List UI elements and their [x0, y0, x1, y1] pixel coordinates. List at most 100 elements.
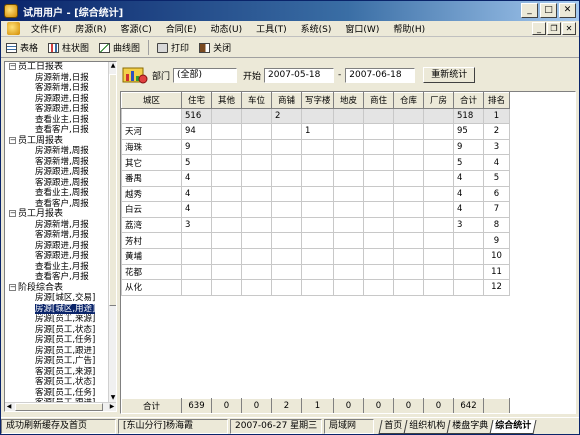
tree-item[interactable]: 房源新增,日报 — [5, 73, 109, 84]
table-cell[interactable] — [393, 154, 424, 171]
table-cell[interactable]: 516 — [181, 107, 212, 125]
table-cell[interactable] — [333, 154, 364, 171]
tree-item[interactable]: 客源跟进,月报 — [5, 251, 109, 262]
table-cell[interactable] — [241, 169, 272, 187]
table-cell[interactable] — [363, 263, 394, 281]
district-cell[interactable]: 从化 — [121, 279, 182, 296]
column-header[interactable]: 仓库 — [393, 92, 424, 109]
table-cell[interactable] — [423, 232, 454, 249]
table-cell[interactable] — [423, 138, 454, 156]
table-cell[interactable]: 4 — [453, 201, 484, 218]
table-cell[interactable] — [271, 279, 302, 296]
table-cell[interactable] — [301, 154, 334, 171]
table-cell[interactable] — [181, 247, 212, 265]
table-cell[interactable] — [453, 247, 484, 265]
table-cell[interactable] — [211, 279, 242, 296]
district-cell[interactable]: 其它 — [121, 154, 182, 171]
table-cell[interactable]: 4 — [181, 201, 212, 218]
menu-help[interactable]: 帮助(H) — [386, 22, 432, 35]
tree-item[interactable]: 查看客户,月报 — [5, 272, 109, 283]
table-cell[interactable]: 4 — [453, 169, 484, 187]
table-cell[interactable]: 1 — [301, 123, 334, 140]
table-cell[interactable] — [393, 216, 424, 234]
close-button[interactable]: ✕ — [559, 3, 576, 18]
tree-item[interactable]: 房源新增,周报 — [5, 146, 109, 157]
table-cell[interactable]: 12 — [483, 279, 510, 296]
tree-item[interactable]: 房源[员工,状态] — [5, 325, 109, 336]
tree-item[interactable]: 客源[员工,状态] — [5, 377, 109, 388]
table-cell[interactable] — [211, 123, 242, 140]
mdi-restore-button[interactable]: ❐ — [547, 22, 561, 35]
table-cell[interactable] — [241, 123, 272, 140]
table-cell[interactable] — [211, 185, 242, 203]
mdi-minimize-button[interactable]: _ — [532, 22, 546, 35]
close-view-button[interactable]: 关闭 — [194, 40, 236, 55]
table-cell[interactable] — [333, 279, 364, 296]
table-cell[interactable] — [211, 216, 242, 234]
table-cell[interactable] — [363, 138, 394, 156]
table-cell[interactable] — [393, 247, 424, 265]
table-cell[interactable] — [393, 169, 424, 187]
table-cell[interactable]: 2 — [483, 123, 510, 140]
window-tab[interactable]: 楼盘字典 — [446, 419, 494, 434]
table-cell[interactable] — [211, 107, 242, 125]
recalculate-button[interactable]: 重新统计 — [423, 67, 476, 83]
table-cell[interactable] — [271, 154, 302, 171]
column-header[interactable]: 商铺 — [271, 92, 302, 109]
tree-item[interactable]: 客源[员工,来源] — [5, 367, 109, 378]
district-cell[interactable]: 海珠 — [121, 138, 182, 156]
table-view-button[interactable]: 表格 — [1, 40, 43, 55]
district-cell[interactable]: 芳村 — [121, 232, 182, 249]
column-header[interactable]: 其他 — [211, 92, 242, 109]
table-cell[interactable]: 5 — [181, 154, 212, 171]
table-cell[interactable]: 11 — [483, 263, 510, 281]
table-cell[interactable] — [241, 138, 272, 156]
table-cell[interactable] — [241, 201, 272, 218]
menu-window[interactable]: 窗口(W) — [338, 22, 386, 35]
table-cell[interactable] — [363, 216, 394, 234]
table-cell[interactable]: 2 — [271, 107, 302, 125]
scroll-up-icon[interactable]: ▲ — [109, 62, 116, 70]
minimize-button[interactable]: _ — [521, 3, 538, 18]
window-tab[interactable]: 组织机构 — [403, 419, 451, 434]
table-cell[interactable] — [271, 138, 302, 156]
table-cell[interactable] — [333, 216, 364, 234]
table-cell[interactable] — [301, 185, 334, 203]
tree-item[interactable]: 客源新增,月报 — [5, 230, 109, 241]
table-cell[interactable] — [423, 169, 454, 187]
tree-horizontal-scrollbar[interactable]: ◀ ▶ — [5, 402, 116, 411]
table-cell[interactable] — [393, 201, 424, 218]
tree-item[interactable]: 房源[员工,跟进] — [5, 346, 109, 357]
table-cell[interactable] — [453, 279, 484, 296]
table-cell[interactable] — [241, 232, 272, 249]
table-cell[interactable] — [423, 154, 454, 171]
table-cell[interactable] — [363, 185, 394, 203]
table-row[interactable]: 荔湾 3 3 8 — [121, 216, 510, 234]
table-cell[interactable]: 518 — [453, 107, 484, 125]
table-cell[interactable] — [211, 263, 242, 281]
table-cell[interactable] — [423, 185, 454, 203]
table-cell[interactable]: 10 — [483, 247, 510, 265]
column-header[interactable]: 排名 — [483, 92, 510, 109]
tree-item[interactable]: 查看客户,日报 — [5, 125, 109, 136]
table-cell[interactable] — [453, 263, 484, 281]
table-cell[interactable] — [241, 107, 272, 125]
table-cell[interactable]: 9 — [453, 138, 484, 156]
tree-item[interactable]: 查看业主,日报 — [5, 115, 109, 126]
bar-chart-button[interactable]: 柱状图 — [43, 40, 94, 55]
table-cell[interactable] — [211, 169, 242, 187]
table-cell[interactable] — [363, 123, 394, 140]
table-cell[interactable] — [423, 107, 454, 125]
table-cell[interactable] — [211, 232, 242, 249]
district-cell[interactable]: 白云 — [121, 201, 182, 218]
table-cell[interactable] — [271, 232, 302, 249]
table-cell[interactable] — [363, 107, 394, 125]
tree-item[interactable]: 房源[城区,用途] — [5, 302, 109, 315]
table-cell[interactable]: 9 — [181, 138, 212, 156]
table-cell[interactable]: 8 — [483, 216, 510, 234]
table-cell[interactable] — [301, 169, 334, 187]
scroll-left-icon[interactable]: ◀ — [5, 403, 13, 411]
tree-group[interactable]: − 阶段综合表 — [5, 283, 109, 294]
tree-item[interactable]: 房源新增,月报 — [5, 220, 109, 231]
tree-item[interactable]: 客源[员工,任务] — [5, 388, 109, 399]
